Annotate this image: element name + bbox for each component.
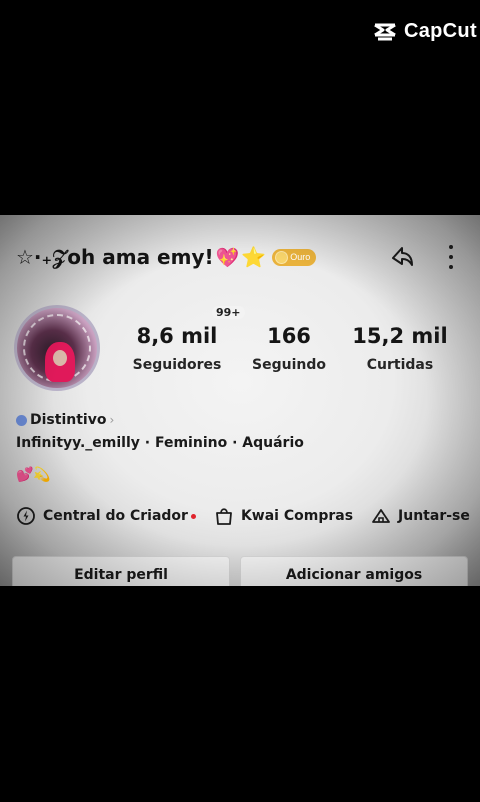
gold-badge[interactable]: Ouro — [272, 248, 317, 266]
capcut-watermark: CapCut — [372, 20, 477, 43]
join-icon — [372, 509, 390, 523]
capcut-logo-icon — [374, 23, 396, 40]
shopping-bag-icon — [216, 508, 232, 525]
followers-stat[interactable]: 8,6 mil Seguidores — [130, 323, 224, 373]
following-label: Seguindo — [252, 357, 326, 373]
bio-emojis: 💕💫 — [16, 467, 51, 483]
notification-badge: 99+ — [212, 306, 245, 319]
kwai-shop-link[interactable]: Kwai Compras — [214, 506, 353, 526]
kwai-shop-label: Kwai Compras — [240, 508, 354, 524]
avatar[interactable] — [14, 305, 100, 391]
followers-count: 8,6 mil — [136, 324, 218, 348]
profile-header: ☆·₊𝒵oh ama emy! 💖 ⭐ Ouro — [16, 241, 464, 273]
profile-screen: ☆·₊𝒵oh ama emy! 💖 ⭐ Ouro 99+ 8,6 mil Seg… — [0, 215, 480, 586]
distintivo-label: Distintivo — [30, 412, 107, 428]
join-link[interactable]: Juntar-se — [371, 506, 470, 526]
following-count: 166 — [267, 324, 311, 348]
red-dot-indicator — [190, 513, 196, 519]
creator-center-icon — [17, 507, 35, 525]
gold-badge-label: Ouro — [290, 252, 311, 262]
distintivo-icon — [16, 414, 27, 426]
watermark-text: CapCut — [404, 20, 477, 42]
more-icon[interactable] — [448, 245, 454, 269]
profile-stats: 8,6 mil Seguidores 166 Seguindo 15,2 mil… — [130, 323, 466, 373]
creator-center-label: Central do Criador — [43, 508, 188, 524]
profile-username: ☆·₊𝒵oh ama emy! — [16, 245, 214, 269]
heart-emoji: 💖 — [215, 246, 240, 269]
distintivo-link[interactable]: Distintivo › — [16, 412, 114, 428]
followers-label: Seguidores — [132, 357, 222, 373]
star-emoji: ⭐ — [241, 245, 267, 269]
profile-info-line: Infinityy._emilly · Feminino · Aquário — [16, 435, 304, 451]
likes-count: 15,2 mil — [352, 324, 448, 348]
share-icon[interactable] — [388, 243, 416, 271]
add-friends-button[interactable]: Adicionar amigos — [240, 556, 468, 586]
likes-label: Curtidas — [366, 357, 434, 373]
chevron-right-icon: › — [109, 413, 115, 427]
edit-profile-button[interactable]: Editar perfil — [12, 556, 231, 586]
join-label: Juntar-se — [398, 508, 470, 524]
following-stat[interactable]: 166 Seguindo — [242, 323, 336, 373]
profile-links-row: Central do Criador Kwai Compras Juntar-s… — [16, 506, 480, 526]
coin-icon — [275, 250, 289, 264]
profile-actions: Editar perfil Adicionar amigos — [12, 556, 468, 586]
creator-center-link[interactable]: Central do Criador — [16, 506, 196, 526]
likes-stat[interactable]: 15,2 mil Curtidas — [350, 323, 450, 373]
